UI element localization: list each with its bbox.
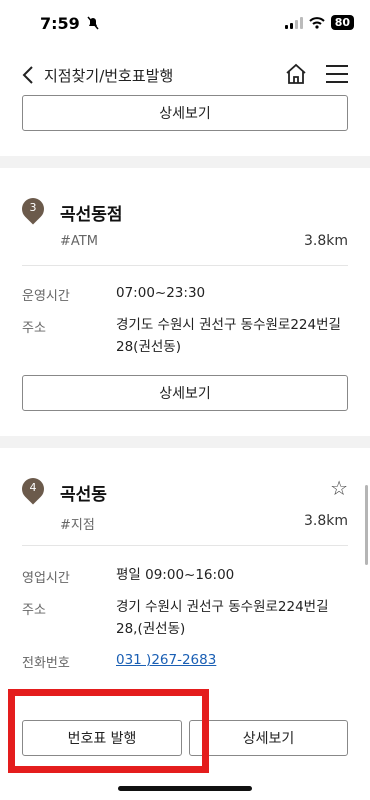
phone-link[interactable]: 031 )267-2683 xyxy=(116,652,216,668)
branch-name: 곡선동 xyxy=(60,485,107,505)
scrollbar[interactable] xyxy=(365,485,368,565)
branch-tag: #ATM xyxy=(60,234,98,249)
status-time: 7:59 xyxy=(40,14,80,33)
section-divider xyxy=(0,436,370,448)
phone-label: 전화번호 xyxy=(22,656,70,671)
page-title: 지점찾기/번호표발행 xyxy=(44,67,174,85)
phone-value: 031 )267-2683 xyxy=(116,649,348,671)
address-value: 경기도 수원시 권선구 동수원로224번길 28(권선동) xyxy=(116,317,341,355)
hours-value: 07:00~23:30 xyxy=(116,285,206,301)
detail-button[interactable]: 상세보기 xyxy=(189,720,348,756)
wifi-icon xyxy=(308,16,325,29)
favorite-star-icon[interactable]: ☆ xyxy=(330,476,348,500)
status-icons: 80 xyxy=(284,15,354,30)
address-value: 경기 수원시 권선구 동수원로224번길 28,(권선동) xyxy=(116,599,329,637)
row-divider xyxy=(22,545,348,546)
branch-name: 곡선동점 xyxy=(60,205,123,225)
branch-card-3: 3 곡선동점 #ATM 3.8km 운영시간 07:00~23:30 주소 경기… xyxy=(0,168,370,436)
back-icon[interactable] xyxy=(18,64,40,86)
section-divider xyxy=(0,156,370,168)
detail-button[interactable]: 상세보기 xyxy=(22,375,348,411)
battery-icon: 80 xyxy=(330,15,354,30)
branch-distance: 3.8km xyxy=(303,233,348,249)
address-label: 주소 xyxy=(22,603,46,618)
nav-bar: 지점찾기/번호표발행 xyxy=(0,50,370,100)
map-pin-icon: 3 xyxy=(17,193,49,225)
hours-value: 평일 09:00~16:00 xyxy=(116,567,235,583)
status-bar: 7:59 80 xyxy=(0,0,370,50)
hours-label: 운영시간 xyxy=(22,289,70,304)
branch-distance: 3.8km xyxy=(303,513,348,529)
bell-off-icon xyxy=(87,16,99,30)
signal-icon xyxy=(284,16,303,29)
map-pin-icon: 4 xyxy=(17,473,49,505)
address-label: 주소 xyxy=(22,321,46,336)
detail-button-top[interactable]: 상세보기 xyxy=(22,95,348,131)
home-icon[interactable] xyxy=(284,62,308,86)
home-indicator xyxy=(118,786,252,791)
hours-label: 영업시간 xyxy=(22,571,70,586)
branch-tag: #지점 xyxy=(60,518,95,533)
highlight-box xyxy=(8,689,209,773)
hamburger-menu-icon[interactable] xyxy=(326,65,348,83)
row-divider xyxy=(22,265,348,266)
